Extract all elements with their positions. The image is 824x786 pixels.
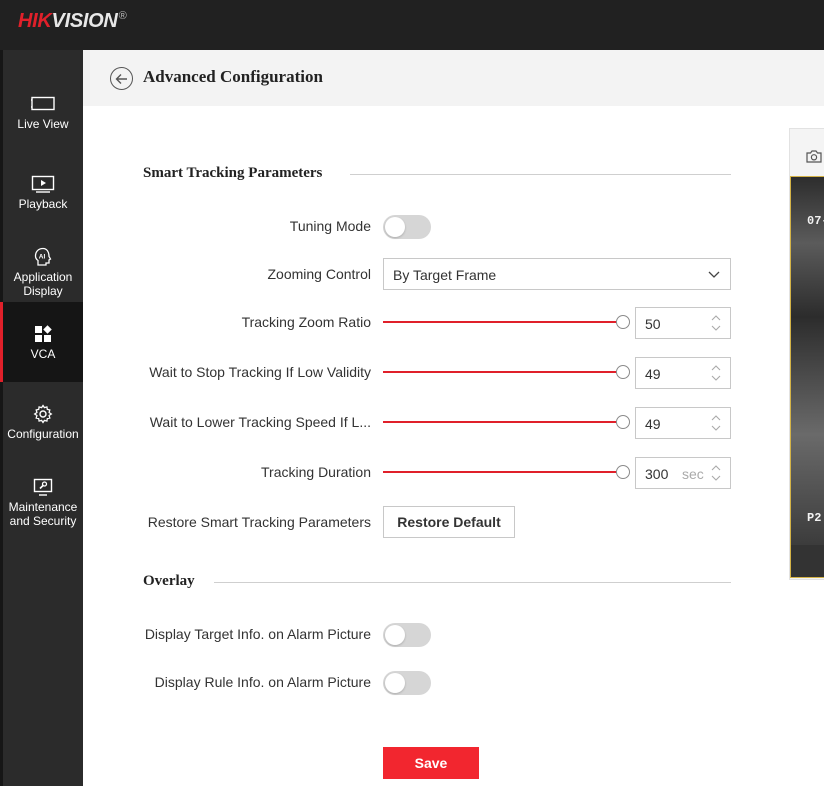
- target-info-label: Display Target Info. on Alarm Picture: [144, 626, 371, 642]
- tracking-duration-slider[interactable]: [383, 464, 630, 480]
- page-title: Advanced Configuration: [143, 67, 323, 86]
- spinner-arrows-icon[interactable]: [710, 363, 722, 383]
- rule-info-label: Display Rule Info. on Alarm Picture: [154, 674, 371, 690]
- toggle-knob: [385, 217, 405, 237]
- tracking-zoom-ratio-label: Tracking Zoom Ratio: [241, 314, 371, 330]
- wait-stop-tracking-input[interactable]: 49: [635, 357, 731, 389]
- tracking-duration-label: Tracking Duration: [261, 464, 371, 480]
- sidebar-item-label: Application Display: [13, 269, 73, 298]
- wait-lower-speed-label: Wait to Lower Tracking Speed If L...: [149, 414, 371, 430]
- toggle-knob: [385, 625, 405, 645]
- slider-track: [383, 321, 616, 323]
- slider-thumb[interactable]: [616, 365, 630, 379]
- wait-lower-speed-slider[interactable]: [383, 414, 630, 430]
- sidebar-item-label: Configuration: [7, 426, 79, 441]
- save-button[interactable]: Save: [383, 747, 479, 779]
- sidebar-item-playback[interactable]: Playback: [3, 152, 83, 232]
- restore-parameters-label: Restore Smart Tracking Parameters: [147, 514, 371, 530]
- section-divider: [214, 582, 731, 583]
- sidebar-item-label: VCA: [30, 346, 56, 361]
- sidebar-item-label: Maintenance and Security: [8, 499, 78, 528]
- target-info-toggle[interactable]: [383, 623, 431, 647]
- wait-stop-tracking-label: Wait to Stop Tracking If Low Validity: [149, 364, 371, 380]
- section-title-smart-tracking: Smart Tracking Parameters: [143, 165, 323, 181]
- logo-registered-mark: ®: [118, 10, 127, 22]
- slider-thumb[interactable]: [616, 415, 630, 429]
- top-bar: HIKVISION®: [0, 0, 824, 50]
- hikvision-logo: HIKVISION®: [18, 10, 127, 33]
- rule-info-toggle[interactable]: [383, 671, 431, 695]
- logo-text-hik: HIK: [18, 10, 52, 32]
- camera-icon[interactable]: [806, 149, 822, 163]
- arrow-left-icon: [115, 73, 127, 84]
- tracking-zoom-ratio-value: 50: [645, 316, 661, 332]
- playback-icon: [31, 174, 55, 194]
- zooming-control-value: By Target Frame: [393, 267, 497, 283]
- page-header: Advanced Configuration: [83, 50, 824, 106]
- tuning-mode-label: Tuning Mode: [289, 218, 371, 234]
- logo-text-vision: VISION: [51, 10, 118, 32]
- restore-default-button[interactable]: Restore Default: [383, 506, 515, 538]
- tracking-zoom-ratio-input[interactable]: 50: [635, 307, 731, 339]
- slider-track: [383, 471, 616, 473]
- slider-thumb[interactable]: [616, 315, 630, 329]
- monitor-icon: [31, 94, 55, 114]
- wait-stop-tracking-slider[interactable]: [383, 364, 630, 380]
- sidebar-item-vca[interactable]: VCA: [0, 302, 83, 382]
- ai-icon: AI: [31, 247, 55, 267]
- spinner-arrows-icon[interactable]: [710, 463, 722, 483]
- wait-stop-tracking-value: 49: [645, 366, 661, 382]
- video-osd-channel: P2: [807, 511, 822, 525]
- slider-track: [383, 371, 616, 373]
- tracking-duration-unit: sec: [682, 466, 704, 482]
- vca-grid-icon: [31, 324, 55, 344]
- sidebar-item-label: Live View: [17, 116, 69, 131]
- section-title-overlay: Overlay: [143, 573, 195, 589]
- tracking-zoom-ratio-slider[interactable]: [383, 314, 630, 330]
- spinner-arrows-icon[interactable]: [710, 413, 722, 433]
- wait-lower-speed-value: 49: [645, 416, 661, 432]
- sidebar-item-label: Playback: [18, 196, 68, 211]
- live-video-preview[interactable]: 07- P2: [790, 176, 824, 578]
- spinner-arrows-icon[interactable]: [710, 313, 722, 333]
- svg-text:AI: AI: [39, 253, 46, 260]
- toggle-knob: [385, 673, 405, 693]
- gear-icon: [31, 403, 55, 424]
- maintenance-icon: [31, 477, 55, 497]
- tuning-mode-toggle[interactable]: [383, 215, 431, 239]
- slider-track: [383, 421, 616, 423]
- back-button[interactable]: [110, 67, 133, 90]
- video-osd-timestamp: 07-: [807, 214, 824, 228]
- tracking-duration-input[interactable]: 300 sec: [635, 457, 731, 489]
- section-divider: [350, 174, 731, 175]
- sidebar-item-application-display[interactable]: AI Application Display: [3, 232, 83, 312]
- wait-lower-speed-input[interactable]: 49: [635, 407, 731, 439]
- sidebar-item-live-view[interactable]: Live View: [3, 72, 83, 152]
- zooming-control-label: Zooming Control: [267, 266, 372, 282]
- chevron-down-icon: [708, 271, 720, 278]
- zooming-control-select[interactable]: By Target Frame: [383, 258, 731, 290]
- video-toolbar: [791, 545, 824, 577]
- sidebar: Live View Playback AI Application Displa…: [0, 50, 83, 786]
- video-frame: [791, 177, 824, 545]
- slider-thumb[interactable]: [616, 465, 630, 479]
- tracking-duration-value: 300: [645, 466, 669, 482]
- sidebar-item-configuration[interactable]: Configuration: [3, 382, 83, 462]
- sidebar-item-maintenance-security[interactable]: Maintenance and Security: [3, 462, 83, 542]
